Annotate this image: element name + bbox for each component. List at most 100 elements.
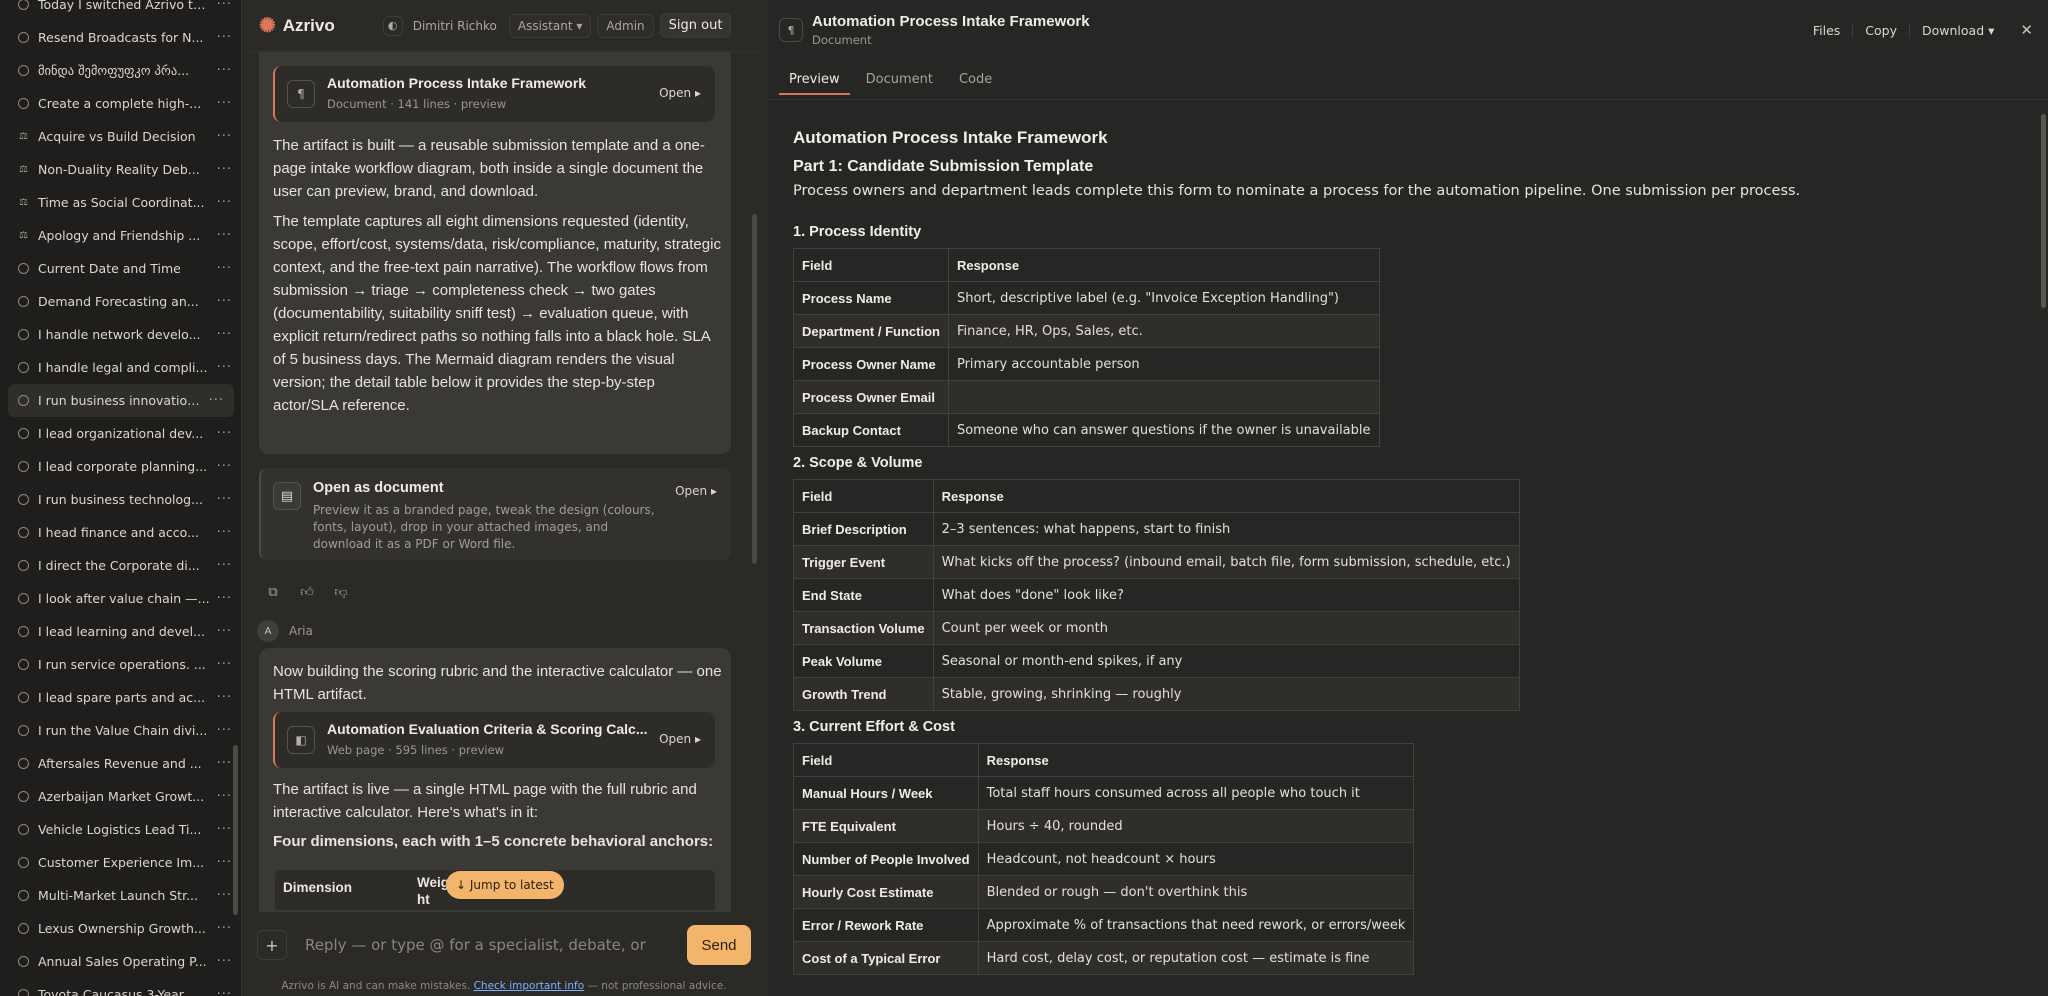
sidebar-item[interactable]: ⚖ Time as Social Coordinat... ··· — [0, 186, 241, 219]
sidebar-item[interactable]: I handle legal and compli... ··· — [0, 351, 241, 384]
sidebar-item[interactable]: I head finance and acco... ··· — [0, 516, 241, 549]
more-options-icon[interactable]: ··· — [212, 855, 232, 870]
thumbs-up-icon[interactable]: 👍︎ — [297, 582, 317, 602]
sidebar-item[interactable]: I run the Value Chain divi... ··· — [0, 714, 241, 747]
close-icon[interactable]: ✕ — [2020, 21, 2033, 39]
sidebar-item[interactable]: I run business technolog... ··· — [0, 483, 241, 516]
tab-preview[interactable]: Preview — [779, 66, 850, 95]
more-options-icon[interactable]: ··· — [212, 690, 232, 705]
more-options-icon[interactable]: ··· — [212, 888, 232, 903]
sidebar-item[interactable]: Annual Sales Operating P... ··· — [0, 945, 241, 978]
more-options-icon[interactable]: ··· — [212, 360, 232, 375]
sidebar-item[interactable]: ⚖ Apology and Friendship ... ··· — [0, 219, 241, 252]
sidebar-item[interactable]: Toyota Caucasus 3-Year ... ··· — [0, 978, 241, 996]
sidebar-item[interactable]: Azerbaijan Market Growt... ··· — [0, 780, 241, 813]
more-options-icon[interactable]: ··· — [212, 723, 232, 738]
sidebar-item[interactable]: Aftersales Revenue and ... ··· — [0, 747, 241, 780]
more-options-icon[interactable]: ··· — [212, 822, 232, 837]
jump-to-latest-button[interactable]: ↓ Jump to latest — [446, 871, 564, 899]
chat-scroll-area[interactable]: ¶ Automation Process Intake Framework Do… — [243, 52, 765, 912]
artifact-open-button[interactable]: Open ▸ — [659, 732, 701, 746]
sidebar-item[interactable]: Create a complete high-... ··· — [0, 87, 241, 120]
sidebar-item[interactable]: Customer Experience Im... ··· — [0, 846, 241, 879]
more-options-icon[interactable]: ··· — [212, 657, 232, 672]
more-options-icon[interactable]: ··· — [212, 63, 232, 78]
sidebar-item[interactable]: I look after value chain —... ··· — [0, 582, 241, 615]
more-options-icon[interactable]: ··· — [212, 261, 232, 276]
tab-code[interactable]: Code — [949, 66, 1002, 95]
sidebar-item[interactable]: Current Date and Time ··· — [0, 252, 241, 285]
sidebar-item[interactable]: I run business innovation... ··· — [8, 384, 234, 417]
sidebar-item[interactable]: I lead spare parts and ac... ··· — [0, 681, 241, 714]
more-options-icon[interactable]: ··· — [212, 294, 232, 309]
disclaimer: Azrivo is AI and can make mistakes. Chec… — [243, 980, 765, 992]
artifact-card[interactable]: ¶ Automation Process Intake Framework Do… — [273, 66, 715, 122]
sidebar-item[interactable]: I lead learning and devel... ··· — [0, 615, 241, 648]
more-options-icon[interactable]: ··· — [212, 129, 232, 144]
more-options-icon[interactable]: ··· — [212, 162, 232, 177]
more-options-icon[interactable]: ··· — [212, 987, 232, 996]
more-options-icon[interactable]: ··· — [212, 789, 232, 804]
admin-button[interactable]: Admin — [597, 13, 654, 38]
more-options-icon[interactable]: ··· — [212, 525, 232, 540]
sidebar-item[interactable]: Resend Broadcasts for N... ··· — [0, 21, 241, 54]
table-header: Field — [793, 743, 979, 777]
files-button[interactable]: Files — [1801, 22, 1854, 38]
field-response: Someone who can answer questions if the … — [947, 413, 1380, 447]
sidebar-item[interactable]: I direct the Corporate di... ··· — [0, 549, 241, 582]
brand[interactable]: ✺ Azrivo — [259, 13, 335, 38]
open-as-document-card[interactable]: ▤ Open as document Preview it as a brand… — [259, 468, 731, 560]
more-options-icon[interactable]: ··· — [212, 624, 232, 639]
sidebar-item[interactable]: I run service operations. ... ··· — [0, 648, 241, 681]
more-options-icon[interactable]: ··· — [212, 228, 232, 243]
more-options-icon[interactable]: ··· — [212, 459, 232, 474]
sidebar-item[interactable]: I handle network develo... ··· — [0, 318, 241, 351]
field-response: Approximate % of transactions that need … — [977, 908, 1415, 942]
attach-plus-icon[interactable]: + — [257, 930, 287, 960]
copy-button[interactable]: Copy — [1853, 22, 1911, 38]
more-options-icon[interactable]: ··· — [204, 393, 224, 408]
more-options-icon[interactable]: ··· — [212, 96, 232, 111]
sign-out-button[interactable]: Sign out — [659, 13, 732, 38]
open-doc-button[interactable]: Open ▸ — [675, 484, 717, 498]
sidebar-item[interactable]: Demand Forecasting an... ··· — [0, 285, 241, 318]
sidebar-item[interactable]: Today I switched Azrivo to... ··· — [0, 0, 241, 21]
more-options-icon[interactable]: ··· — [212, 756, 232, 771]
sidebar-item[interactable]: I lead corporate planning... ··· — [0, 450, 241, 483]
more-options-icon[interactable]: ··· — [212, 30, 232, 45]
debate-icon: ⚖ — [19, 230, 28, 241]
more-options-icon[interactable]: ··· — [212, 492, 232, 507]
open-label: Open — [659, 86, 692, 100]
tab-document[interactable]: Document — [856, 66, 943, 95]
more-options-icon[interactable]: ··· — [212, 195, 232, 210]
theme-toggle-icon[interactable]: ◐ — [382, 15, 403, 36]
more-options-icon[interactable]: ··· — [212, 327, 232, 342]
sidebar-item[interactable]: Lexus Ownership Growth... ··· — [0, 912, 241, 945]
sidebar-item[interactable]: Multi-Market Launch Str... ··· — [0, 879, 241, 912]
sidebar-item[interactable]: მინდა შემოფუფკო პრა... ··· — [0, 54, 241, 87]
sidebar-scrollbar[interactable] — [233, 745, 238, 915]
mode-select[interactable]: Assistant ▾ — [508, 13, 592, 38]
reply-input[interactable]: Reply — or type @ for a specialist, deba… — [297, 925, 687, 965]
more-options-icon[interactable]: ··· — [212, 558, 232, 573]
sidebar-item[interactable]: I lead organizational dev... ··· — [0, 417, 241, 450]
document-scrollbar[interactable] — [2041, 114, 2046, 308]
message-paragraph: The artifact is built — a reusable submi… — [273, 137, 705, 200]
sidebar-item[interactable]: ⚖ Acquire vs Build Decision ··· — [0, 120, 241, 153]
sidebar-item-label: I lead learning and devel... — [38, 624, 205, 639]
download-button[interactable]: Download ▾ — [1910, 23, 2006, 38]
send-button[interactable]: Send — [687, 925, 751, 965]
chat-scrollbar[interactable] — [752, 214, 757, 564]
thumbs-down-icon[interactable]: 👎︎ — [331, 582, 351, 602]
important-info-link[interactable]: Check important info — [474, 980, 585, 992]
artifact-card[interactable]: ◧ Automation Evaluation Criteria & Scori… — [273, 712, 715, 768]
artifact-open-button[interactable]: Open ▸ — [659, 86, 701, 100]
more-options-icon[interactable]: ··· — [212, 921, 232, 936]
more-options-icon[interactable]: ··· — [212, 426, 232, 441]
more-options-icon[interactable]: ··· — [212, 954, 232, 969]
sidebar-item[interactable]: Vehicle Logistics Lead Ti... ··· — [0, 813, 241, 846]
more-options-icon[interactable]: ··· — [212, 0, 232, 12]
more-options-icon[interactable]: ··· — [212, 591, 232, 606]
copy-icon[interactable]: ⧉ — [263, 582, 283, 602]
sidebar-item[interactable]: ⚖ Non-Duality Reality Deb... ··· — [0, 153, 241, 186]
